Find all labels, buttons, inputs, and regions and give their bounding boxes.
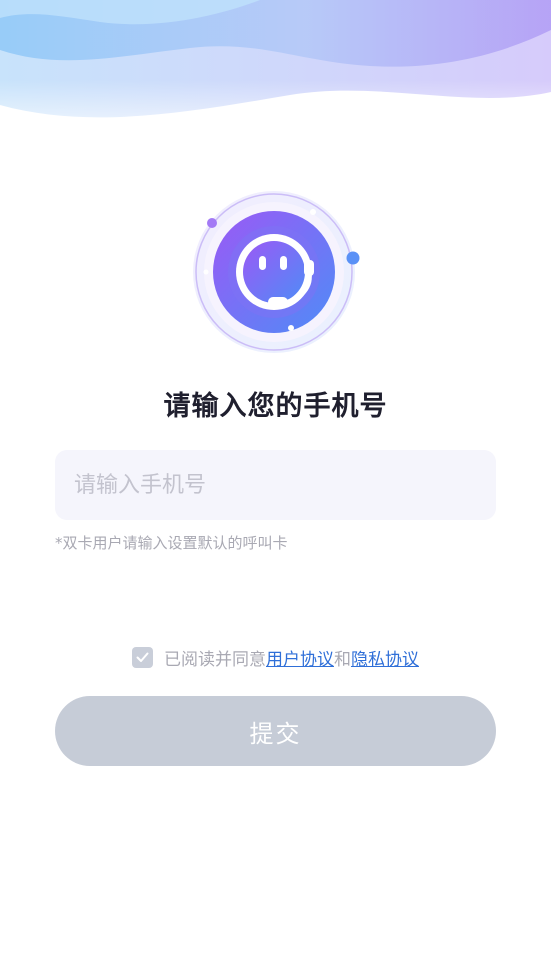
user-agreement-link[interactable]: 用户协议 [266,645,334,670]
agreement-checkbox[interactable] [132,647,153,668]
page-title: 请输入您的手机号 [163,391,388,422]
login-screen: 请输入您的手机号 *双卡用户请输入设置默认的呼叫卡 已阅读并同意 用户协议 和 … [0,0,551,979]
dual-sim-hint: *双卡用户请输入设置默认的呼叫卡 [55,534,288,552]
submit-button[interactable]: 提交 [55,696,496,766]
agreement-row: 已阅读并同意 用户协议 和 隐私协议 [0,645,551,670]
agreement-conjunction: 和 [334,650,351,670]
chat-robot-headset-icon [193,191,360,353]
check-icon [136,652,149,662]
header-wave-decoration [0,0,551,150]
phone-number-input[interactable] [55,450,496,520]
privacy-policy-link[interactable]: 隐私协议 [351,645,419,670]
agreement-prefix: 已阅读并同意 [164,650,266,670]
